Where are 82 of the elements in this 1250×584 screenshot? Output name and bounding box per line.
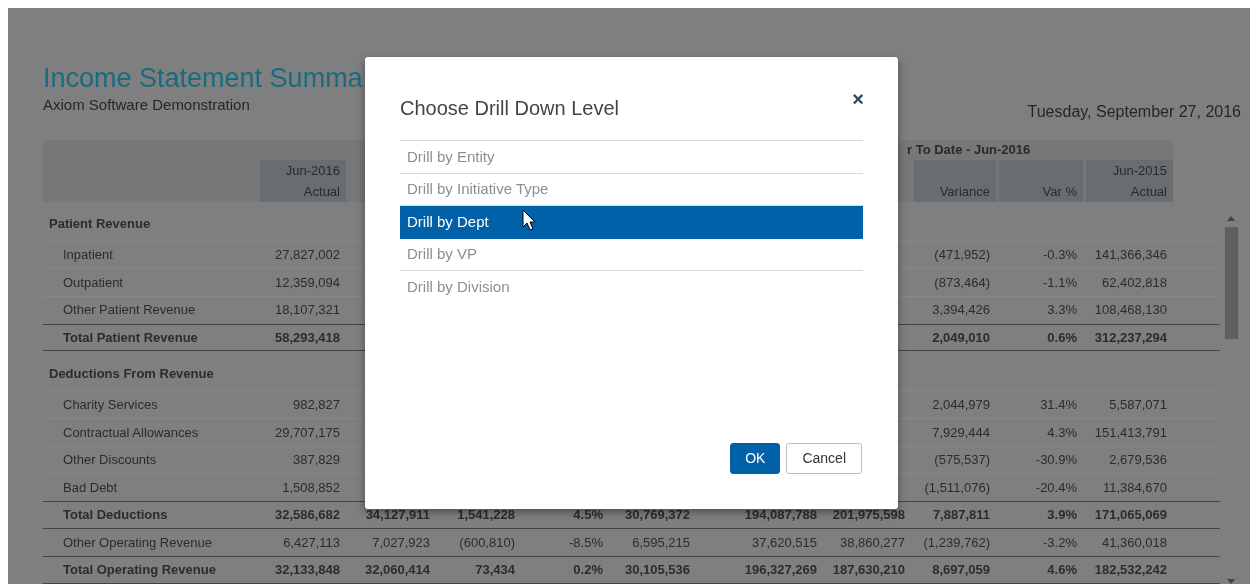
table-cell: 58,293,418 [257, 323, 346, 352]
total-label: Total Patient Revenue [43, 323, 257, 352]
table-cell-text: (600,810) [458, 533, 516, 552]
table-cell: 4.6% [996, 556, 1083, 584]
row-label: Outpatient [43, 268, 257, 296]
row-label: Contractual Allowances [43, 417, 257, 446]
table-cell: 8,697,059 [911, 556, 996, 584]
table-cell: 171,065,069 [1083, 501, 1173, 529]
table-cell: 73,434 [436, 556, 521, 584]
column-header: Jun-2015 Actual [1086, 159, 1173, 202]
report-subtitle: Axiom Software Demonstration [43, 94, 250, 115]
table-cell: -20.4% [996, 473, 1083, 501]
table-cell: 5,587,071 [1083, 390, 1173, 418]
table-cell-text: 38,860,277 [838, 533, 906, 552]
cancel-button[interactable]: Cancel [786, 443, 862, 474]
table-cell-text: -3.2% [1042, 533, 1078, 552]
table-cell: 11,384,670 [1083, 473, 1173, 501]
table-cell: 4.3% [996, 417, 1083, 446]
row-label: Other Operating Revenue [62, 533, 213, 552]
table-cell: 30,105,536 [609, 556, 696, 584]
table-cell: 387,829 [257, 445, 346, 474]
column-header: Variance [914, 159, 996, 202]
drill-option[interactable]: Drill by Dept [400, 206, 863, 239]
table-cell-text: 6,595,215 [631, 533, 691, 552]
table-cell: 31.4% [996, 390, 1083, 418]
table-cell: 62,402,818 [1083, 268, 1173, 296]
table-cell: 7,887,811 [911, 501, 996, 529]
report-title: Income Statement Summa [43, 64, 363, 94]
table-cell: 982,827 [257, 390, 346, 418]
row-label: Other Discounts [43, 445, 257, 474]
row-label: Bad Debt [43, 473, 257, 501]
column-header: Var % [999, 159, 1083, 202]
table-cell: 0.6% [996, 323, 1083, 352]
table-cell: 29,707,175 [257, 417, 346, 446]
dialog-title: Choose Drill Down Level [400, 96, 619, 121]
table-cell: (471,952) [911, 240, 996, 269]
row-label: Other Patient Revenue [43, 295, 257, 324]
close-button[interactable]: × [852, 89, 864, 109]
table-cell: -30.9% [996, 445, 1083, 474]
section-heading: Deductions From Revenue [48, 364, 215, 383]
table-cell: 3,394,426 [911, 295, 996, 324]
row-label: Charity Services [43, 390, 257, 418]
ok-button[interactable]: OK [730, 443, 781, 474]
table-cell-text: 41,360,018 [1100, 533, 1168, 552]
table-cell-text: -8.5% [568, 533, 604, 552]
table-cell-text: 6,427,113 [282, 533, 341, 552]
table-cell: (873,464) [911, 268, 996, 296]
column-header: Jun-2016 Actual [260, 159, 346, 202]
row-label: Inpatient [43, 240, 257, 269]
table-cell: 2,679,536 [1083, 445, 1173, 474]
total-label: Total Operating Revenue [43, 556, 257, 584]
table-cell: 2,044,979 [911, 390, 996, 418]
report-date: Tuesday, September 27, 2016 [1027, 102, 1241, 122]
table-cell-text: 37,620,515 [750, 533, 818, 552]
table-cell: 108,468,130 [1083, 295, 1173, 324]
table-cell: 312,237,294 [1083, 323, 1173, 352]
table-cell: 7,929,444 [911, 417, 996, 446]
table-cell: 141,366,346 [1083, 240, 1173, 269]
table-cell: (1,511,076) [911, 473, 996, 501]
table-cell: 182,532,242 [1083, 556, 1173, 584]
section-heading: Patient Revenue [48, 215, 152, 233]
table-cell: 3.3% [996, 295, 1083, 324]
cursor-icon [522, 209, 538, 233]
table-cell: -1.1% [996, 268, 1083, 296]
table-cell: 151,413,791 [1083, 417, 1173, 446]
table-cell: 2,049,010 [911, 323, 996, 352]
table-cell: 187,630,210 [823, 556, 911, 584]
table-cell-text: 7,027,923 [371, 533, 431, 552]
table-cell: 32,586,682 [257, 501, 346, 529]
table-cell: 0.2% [521, 556, 609, 584]
table-cell: (575,537) [911, 445, 996, 474]
table-cell: 1,508,852 [257, 473, 346, 501]
table-cell: 196,327,269 [696, 556, 823, 584]
table-cell: 18,107,321 [257, 295, 346, 324]
table-cell: 32,060,414 [346, 556, 436, 584]
table-cell: 27,827,002 [257, 240, 346, 269]
table-cell: 12,359,094 [257, 268, 346, 296]
table-cell-text: (1,239,762) [922, 533, 991, 552]
table-cell: -0.3% [996, 240, 1083, 269]
table-cell: 3.9% [996, 501, 1083, 529]
total-label: Total Deductions [43, 501, 257, 529]
table-cell: 32,133,848 [257, 556, 346, 584]
